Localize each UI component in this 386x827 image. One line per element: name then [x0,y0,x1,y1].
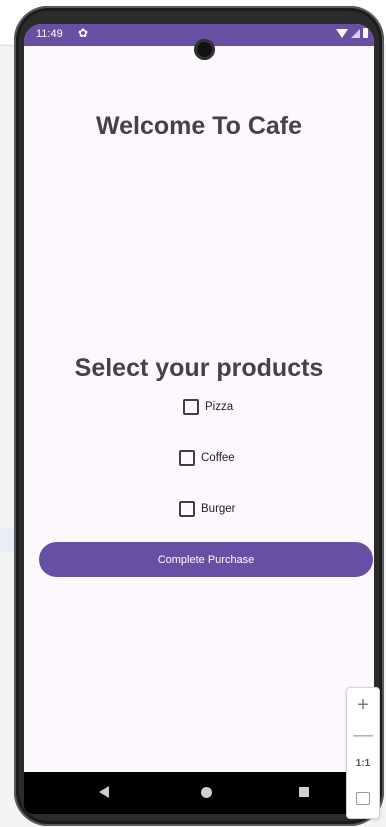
fit-screen-icon[interactable] [356,792,370,805]
navigation-bar [24,772,374,814]
zoom-out-button[interactable]: — [347,720,379,750]
zoom-controls: + — 1:1 [346,687,380,819]
checkbox-icon[interactable] [183,399,199,415]
wifi-icon [336,28,348,38]
complete-purchase-button[interactable]: Complete Purchase [39,542,373,577]
gear-icon: ✿ [78,26,89,40]
status-icons [336,28,368,38]
back-icon[interactable] [99,786,109,798]
actual-size-button[interactable]: 1:1 [347,758,379,769]
home-icon[interactable] [201,787,212,798]
signal-icon [351,28,360,38]
burger-checkbox[interactable]: Burger [179,501,236,517]
checkbox-icon[interactable] [179,501,195,517]
pizza-label: Pizza [205,401,234,413]
pizza-checkbox[interactable]: Pizza [183,399,233,415]
recents-icon[interactable] [299,787,309,797]
phone-frame: 11:49 ✿ Welcome To Cafe Select your prod… [14,6,384,826]
welcome-title: Welcome To Cafe [95,112,303,140]
front-camera [194,39,215,60]
burger-label: Burger [201,503,236,515]
coffee-label: Coffee [201,452,235,464]
battery-icon [363,28,368,38]
checkbox-icon[interactable] [179,450,195,466]
coffee-checkbox[interactable]: Coffee [179,450,235,466]
zoom-in-button[interactable]: + [347,690,379,720]
products-title: Select your products [74,354,324,382]
status-time: 11:49 [36,28,63,40]
device-screen: 11:49 ✿ Welcome To Cafe Select your prod… [24,24,374,814]
